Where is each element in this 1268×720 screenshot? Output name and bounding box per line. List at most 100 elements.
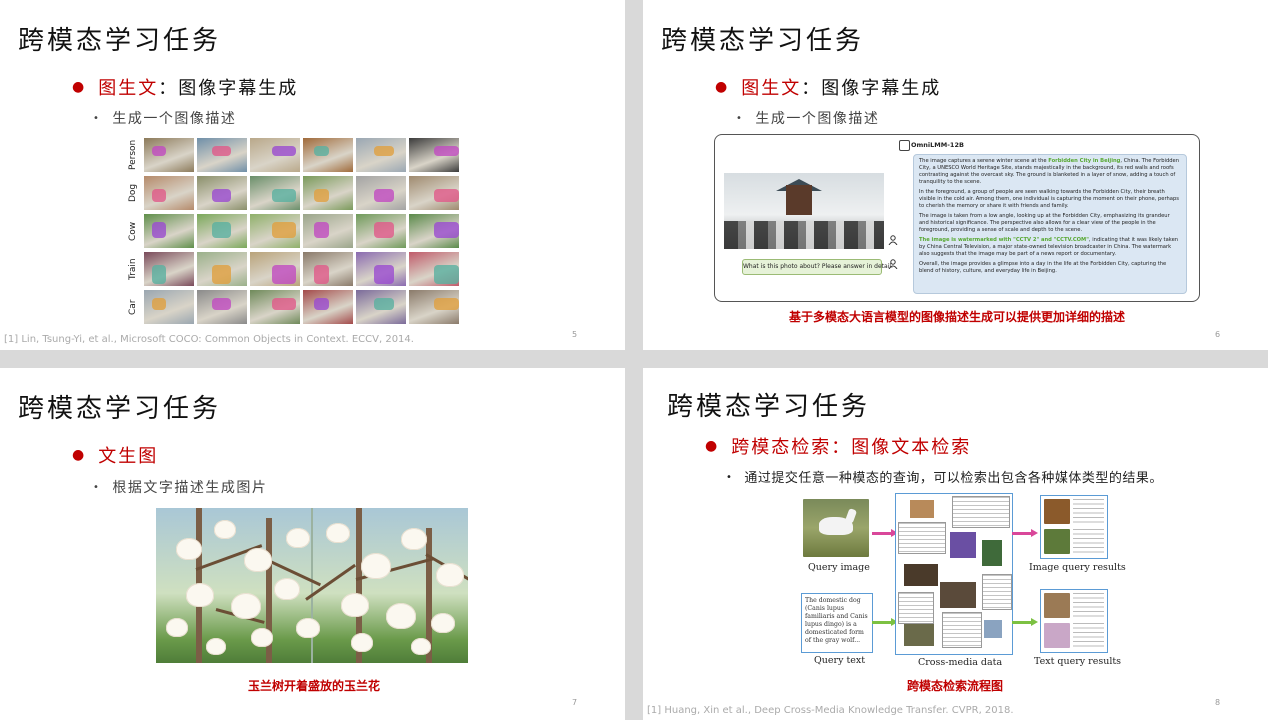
cross-media-box bbox=[895, 493, 1013, 655]
bullet-dot-icon: ● bbox=[715, 79, 730, 95]
figure-caption: 跨模态检索流程图 bbox=[907, 679, 1004, 693]
response-highlight: Forbidden City in Beijing bbox=[1048, 158, 1121, 164]
grid-image-cell bbox=[303, 252, 353, 286]
segmentation-mask bbox=[272, 146, 296, 156]
segmentation-mask bbox=[212, 298, 231, 310]
grid-row-label: Cow bbox=[128, 221, 138, 241]
media-thumbnail bbox=[904, 564, 938, 586]
grid-image-cell bbox=[250, 214, 300, 248]
page-number: 6 bbox=[1215, 330, 1221, 339]
media-text-snippet bbox=[898, 592, 934, 624]
sub-bullet-dot-icon: • bbox=[93, 113, 101, 124]
segmentation-mask bbox=[374, 146, 394, 156]
segmentation-mask bbox=[314, 189, 329, 202]
grid-image-cell bbox=[303, 176, 353, 210]
text-query-results-box bbox=[1040, 589, 1108, 653]
slide-4: 跨模态学习任务 ● 跨模态检索：图像文本检索 • 通过提交任意一种模态的查询，可以检… bbox=[643, 368, 1268, 720]
segmentation-mask bbox=[272, 189, 296, 202]
magnolia-image bbox=[156, 508, 468, 663]
chat-example: What is this photo about? Please answer … bbox=[714, 134, 1200, 302]
horse-neck-shape bbox=[844, 508, 858, 524]
slide-title: 跨模态学习任务 bbox=[661, 26, 865, 56]
segmentation-mask bbox=[434, 189, 459, 202]
grid-row-label: Person bbox=[128, 139, 138, 171]
grid-image-cell bbox=[409, 176, 459, 210]
grid-image-cell bbox=[356, 290, 406, 324]
grid-image-cell bbox=[144, 176, 194, 210]
result-text-snippet bbox=[1073, 623, 1104, 649]
magnolia-bloom bbox=[166, 618, 188, 637]
bullet-separator: ： bbox=[158, 78, 179, 99]
user-query: What is this photo about? Please answer … bbox=[742, 259, 893, 275]
media-thumbnail bbox=[910, 500, 934, 518]
user-icon bbox=[888, 259, 898, 269]
media-thumbnail bbox=[984, 620, 1002, 638]
forbidden-city-photo bbox=[724, 173, 884, 249]
bullet-item: ● 文生图 bbox=[72, 442, 158, 468]
grid-image-cell bbox=[197, 138, 247, 172]
query-image-horse bbox=[803, 499, 869, 557]
footnote: [1] Huang, Xin et al., Deep Cross-Media … bbox=[647, 705, 1014, 716]
bullet-dot-icon: ● bbox=[72, 79, 87, 95]
segmentation-mask bbox=[152, 298, 166, 310]
bullet-keyword: 图生文 bbox=[741, 78, 802, 99]
sub-bullet: • 生成一个图像描述 bbox=[736, 108, 879, 128]
magnolia-bloom bbox=[401, 528, 427, 550]
magnolia-bloom bbox=[361, 553, 391, 579]
grid-image-cell bbox=[144, 214, 194, 248]
segmentation-mask bbox=[434, 222, 459, 238]
segmentation-mask bbox=[212, 189, 231, 202]
bullet-keyword: 跨模态检索：图像文本检索 bbox=[731, 437, 972, 458]
slide-title: 跨模态学习任务 bbox=[18, 26, 222, 56]
magnolia-bloom bbox=[231, 593, 261, 619]
media-thumbnail bbox=[904, 624, 934, 646]
segmentation-mask bbox=[434, 298, 459, 310]
sub-bullet-dot-icon: • bbox=[93, 482, 101, 493]
result-thumbnail bbox=[1044, 623, 1070, 648]
model-response: The image captures a serene winter scene… bbox=[913, 154, 1187, 294]
slide-3: 跨模态学习任务 ● 文生图 • 根据文字描述生成图片 玉兰树开着盛放的玉兰花 7 bbox=[0, 368, 625, 720]
grid-image-cell bbox=[250, 138, 300, 172]
segmentation-mask bbox=[152, 222, 166, 238]
grid-image-cell bbox=[356, 252, 406, 286]
sub-bullet-dot-icon: • bbox=[726, 472, 733, 483]
media-thumbnail bbox=[950, 532, 976, 558]
result-thumbnail bbox=[1044, 593, 1070, 618]
image-divider bbox=[311, 508, 313, 663]
magnolia-bloom bbox=[296, 618, 320, 638]
magnolia-bloom bbox=[351, 633, 373, 652]
page-number: 5 bbox=[572, 330, 578, 339]
result-thumbnail bbox=[1044, 499, 1070, 524]
footnote: [1] Lin, Tsung-Yi, et al., Microsoft COC… bbox=[4, 334, 414, 345]
magnolia-bloom bbox=[274, 578, 300, 600]
magnolia-bloom bbox=[411, 638, 431, 655]
sub-bullet-text: 根据文字描述生成图片 bbox=[112, 480, 268, 496]
cross-media-label: Cross-media data bbox=[918, 657, 1003, 668]
magnolia-bloom bbox=[341, 593, 369, 617]
sub-bullet: • 通过提交任意一种模态的查询，可以检索出包含各种媒体类型的结果。 bbox=[726, 467, 1163, 486]
segmentation-mask bbox=[434, 265, 459, 284]
media-text-snippet bbox=[952, 496, 1010, 528]
grid-image-cell bbox=[197, 290, 247, 324]
magnolia-bloom bbox=[186, 583, 214, 607]
result-text-snippet bbox=[1073, 529, 1104, 555]
magnolia-bloom bbox=[251, 628, 273, 647]
grid-image-cell bbox=[356, 176, 406, 210]
figure-caption: 玉兰树开着盛放的玉兰花 bbox=[248, 679, 381, 693]
magnolia-bloom bbox=[431, 613, 455, 633]
bullet-separator: ： bbox=[801, 78, 822, 99]
bullet-dot-icon: ● bbox=[72, 447, 87, 463]
grid-row-label: Dog bbox=[128, 183, 138, 203]
result-text-snippet bbox=[1073, 593, 1104, 619]
image-query-results-box bbox=[1040, 495, 1108, 559]
magnolia-bloom bbox=[176, 538, 202, 560]
segmentation-mask bbox=[212, 146, 231, 156]
magnolia-bloom bbox=[436, 563, 464, 587]
segmentation-mask bbox=[314, 222, 329, 238]
segmentation-mask bbox=[212, 222, 231, 238]
slide-title: 跨模态学习任务 bbox=[18, 394, 222, 424]
grid-row-label: Car bbox=[128, 299, 138, 315]
sub-bullet-text: 通过提交任意一种模态的查询，可以检索出包含各种媒体类型的结果。 bbox=[744, 471, 1163, 486]
segmentation-mask bbox=[314, 298, 329, 310]
text-results-label: Text query results bbox=[1034, 656, 1122, 667]
